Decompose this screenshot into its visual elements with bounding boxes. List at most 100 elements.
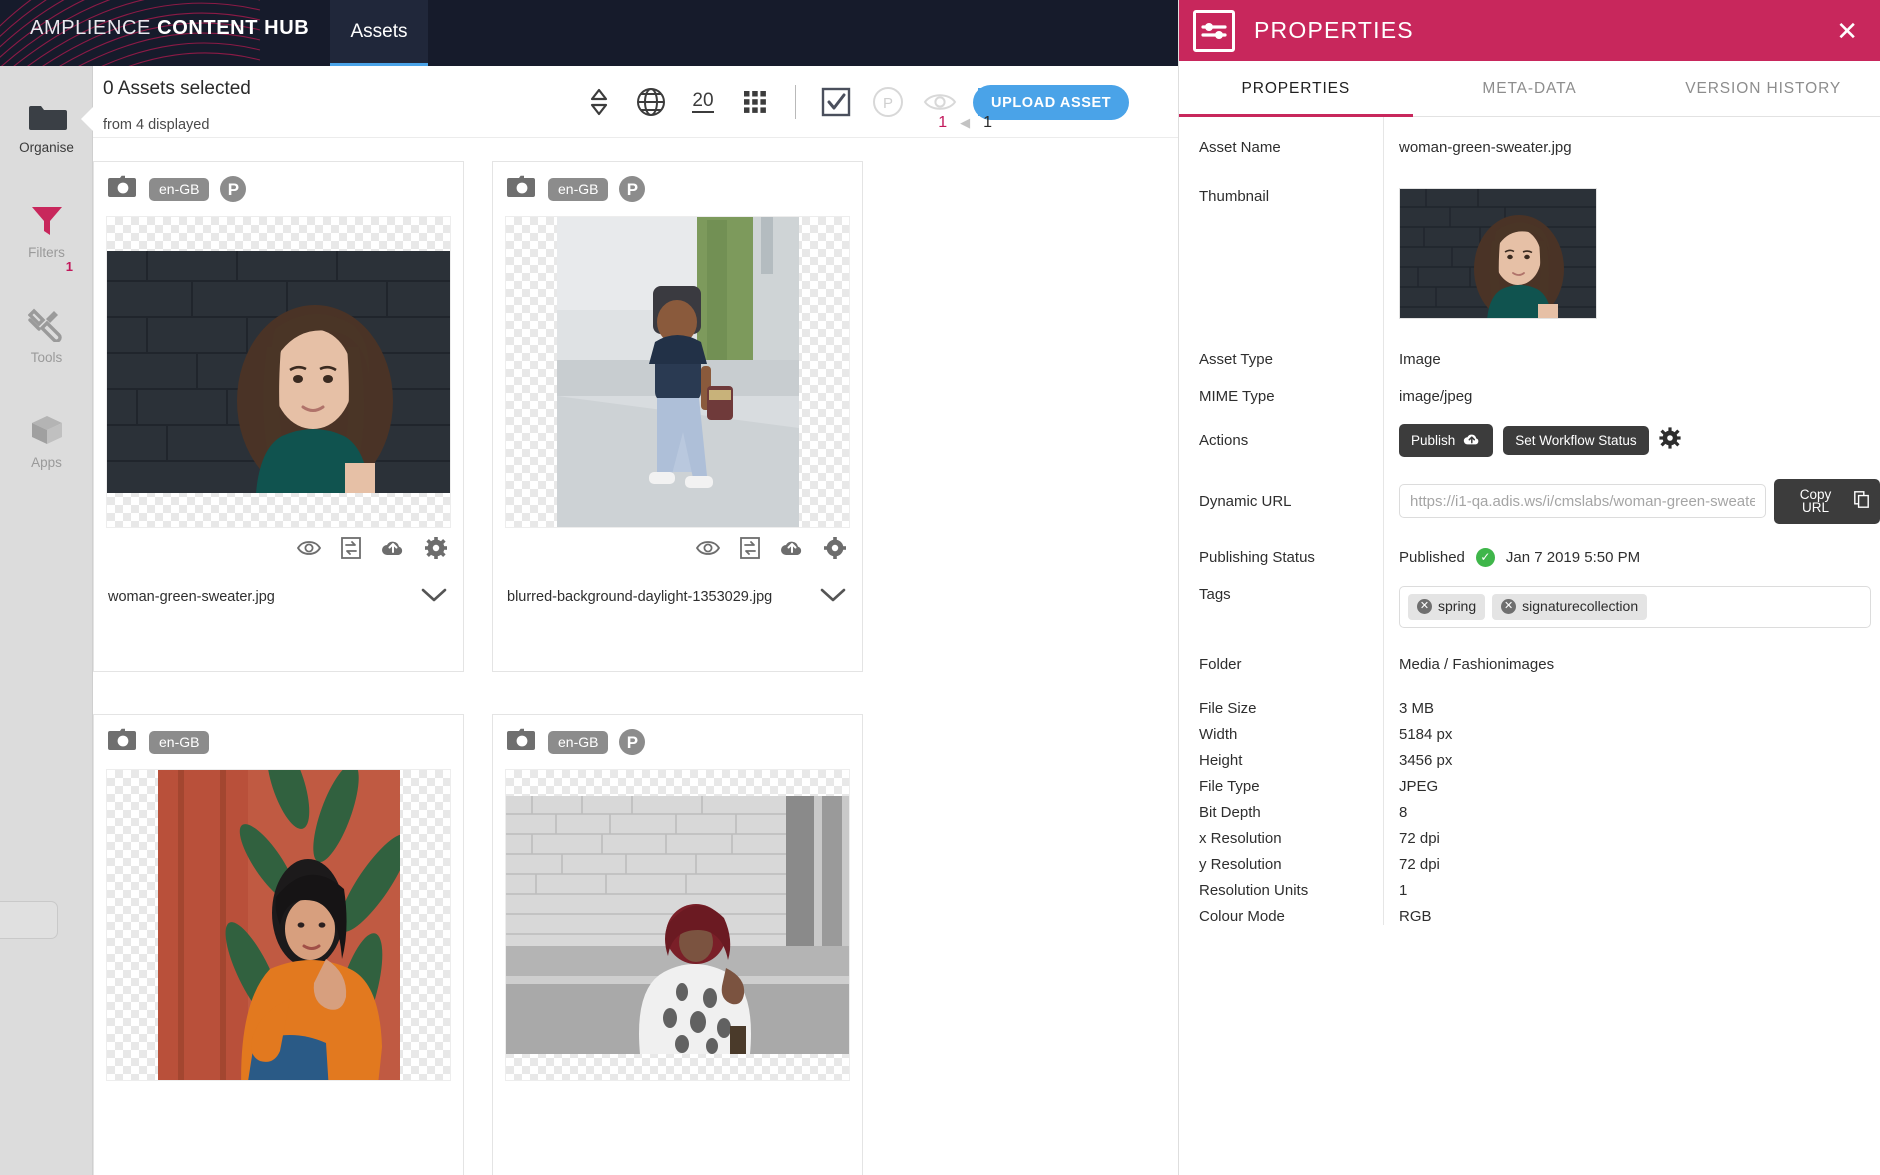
copy-url-label: Copy URL: [1799, 486, 1832, 515]
field-label: Bit Depth: [1199, 803, 1261, 821]
field-value: JPEG: [1399, 777, 1439, 795]
asset-card[interactable]: en-GB P: [492, 714, 863, 1175]
tab-assets[interactable]: Assets: [330, 0, 428, 66]
publish-cloud-icon[interactable]: [381, 538, 405, 563]
app-root: AMPLIENCE CONTENT HUB Assets Organise 1 …: [0, 0, 1880, 1175]
camera-icon: [507, 728, 537, 757]
field-file-type: File Type JPEG: [1179, 778, 1880, 795]
asset-card[interactable]: en-GB: [93, 714, 464, 1175]
asset-card-header: en-GB: [94, 715, 463, 769]
locale-chip: en-GB: [548, 177, 609, 201]
field-dynamic-url: Dynamic URL Copy URL: [1179, 478, 1880, 524]
pagination-current[interactable]: 1: [938, 114, 947, 132]
tab-version-history[interactable]: VERSION HISTORY: [1646, 61, 1880, 116]
page-size-value: 20: [692, 90, 714, 113]
dynamic-url-input[interactable]: [1399, 484, 1766, 518]
locale-chip: en-GB: [548, 730, 609, 754]
field-bit-depth: Bit Depth 8: [1179, 804, 1880, 821]
tab-properties[interactable]: PROPERTIES: [1179, 61, 1413, 117]
remove-tag-icon[interactable]: ✕: [1417, 598, 1432, 614]
field-actions: Actions Publish Set Workflow Status: [1179, 424, 1880, 457]
sort-updown-icon[interactable]: [573, 76, 625, 128]
field-label: x Resolution: [1199, 829, 1282, 847]
chevron-down-icon[interactable]: [421, 587, 447, 607]
top-bar: AMPLIENCE CONTENT HUB Assets: [0, 0, 1178, 66]
tags-input-box[interactable]: ✕ spring ✕ signaturecollection: [1399, 585, 1871, 628]
field-label: Publishing Status: [1199, 548, 1315, 566]
check-circle-icon: ✓: [1475, 547, 1495, 567]
app-brand: AMPLIENCE CONTENT HUB: [30, 17, 309, 40]
asset-thumbnail[interactable]: [505, 769, 850, 1081]
upload-asset-button[interactable]: UPLOAD ASSET: [973, 85, 1130, 120]
copy-url-button[interactable]: Copy URL: [1773, 478, 1880, 524]
sidebar-item-filters[interactable]: 1 Filters: [0, 183, 93, 276]
displayed-count-label: from 4 displayed: [103, 117, 210, 133]
field-width: Width 5184 px: [1179, 726, 1880, 743]
gear-icon[interactable]: [1658, 427, 1681, 454]
field-value: RGB: [1399, 907, 1432, 925]
checkbox-checked-icon[interactable]: [810, 76, 862, 128]
transform-icon[interactable]: [341, 536, 361, 564]
asset-thumbnail[interactable]: [106, 216, 451, 528]
field-folder: Folder Media / Fashionimages: [1179, 656, 1880, 673]
page-size-selector[interactable]: 20: [677, 76, 729, 128]
field-value: 3 MB: [1399, 699, 1435, 717]
field-asset-type: Asset Type Image: [1179, 351, 1880, 368]
properties-column-divider: [1383, 117, 1384, 925]
asset-name-label: woman-green-sweater.jpg: [108, 589, 275, 605]
close-icon[interactable]: ✕: [1836, 18, 1858, 44]
field-value: 72 dpi: [1399, 829, 1440, 847]
field-value: image/jpeg: [1399, 388, 1473, 405]
pagination-prev-icon[interactable]: ◀: [960, 115, 970, 131]
publishing-date-value: Jan 7 2019 5:50 PM: [1505, 548, 1641, 566]
field-value: Image: [1399, 351, 1441, 368]
field-mime-type: MIME Type image/jpeg: [1179, 388, 1880, 405]
transform-icon[interactable]: [740, 536, 760, 564]
published-p-icon[interactable]: P: [862, 76, 914, 128]
asset-card[interactable]: en-GB P: [492, 161, 863, 672]
asset-card-footer: woman-green-sweater.jpg: [94, 572, 463, 622]
tag-chip: ✕ spring: [1408, 593, 1486, 620]
field-thumbnail: Thumbnail: [1179, 188, 1880, 319]
field-value: 8: [1399, 803, 1408, 821]
field-label: Folder: [1199, 655, 1242, 673]
pagination-total[interactable]: 1: [983, 114, 992, 132]
locale-chip: en-GB: [149, 730, 210, 754]
sidebar-item-tools[interactable]: Tools: [0, 288, 93, 381]
asset-thumbnail[interactable]: [505, 216, 850, 528]
tag-label: spring: [1438, 598, 1477, 614]
sidebar-item-organise[interactable]: Organise: [0, 78, 94, 171]
gear-icon[interactable]: [425, 536, 447, 564]
sidebar-item-label: Filters: [28, 245, 65, 260]
field-label: Colour Mode: [1199, 907, 1285, 925]
actions-button-group: Publish Set Workflow Status: [1399, 424, 1681, 457]
publishing-status-row: Published ✓ Jan 7 2019 5:50 PM: [1399, 547, 1641, 567]
properties-panel-header: PROPERTIES ✕: [1179, 0, 1880, 61]
sliders-icon: [1193, 9, 1235, 52]
assets-content-area: 0 Assets selected from 4 displayed 20 P …: [93, 66, 1178, 1175]
pagination: 1 ◀ 1: [938, 114, 992, 132]
field-label: Tags: [1199, 585, 1231, 603]
field-file-size: File Size 3 MB: [1179, 700, 1880, 717]
eye-icon[interactable]: [296, 539, 322, 562]
eye-icon[interactable]: [695, 539, 721, 562]
field-label: MIME Type: [1199, 388, 1275, 405]
gear-icon[interactable]: [824, 536, 846, 564]
chevron-down-icon[interactable]: [820, 587, 846, 607]
tab-label: META-DATA: [1482, 79, 1577, 97]
globe-icon[interactable]: [625, 76, 677, 128]
set-workflow-status-button[interactable]: Set Workflow Status: [1503, 425, 1649, 455]
grid-view-icon[interactable]: [729, 76, 781, 128]
field-height: Height 3456 px: [1179, 752, 1880, 769]
asset-thumbnail[interactable]: [106, 769, 451, 1081]
remove-tag-icon[interactable]: ✕: [1501, 598, 1517, 614]
locale-chip: en-GB: [149, 177, 210, 201]
tab-meta-data[interactable]: META-DATA: [1413, 61, 1647, 116]
camera-icon: [108, 175, 138, 204]
asset-card[interactable]: en-GB P: [93, 161, 464, 672]
field-label: Width: [1199, 725, 1238, 743]
sidebar-item-apps[interactable]: Apps: [0, 393, 93, 486]
published-p-icon: P: [619, 729, 646, 755]
publish-cloud-icon[interactable]: [780, 538, 804, 563]
publish-button[interactable]: Publish: [1399, 424, 1494, 457]
